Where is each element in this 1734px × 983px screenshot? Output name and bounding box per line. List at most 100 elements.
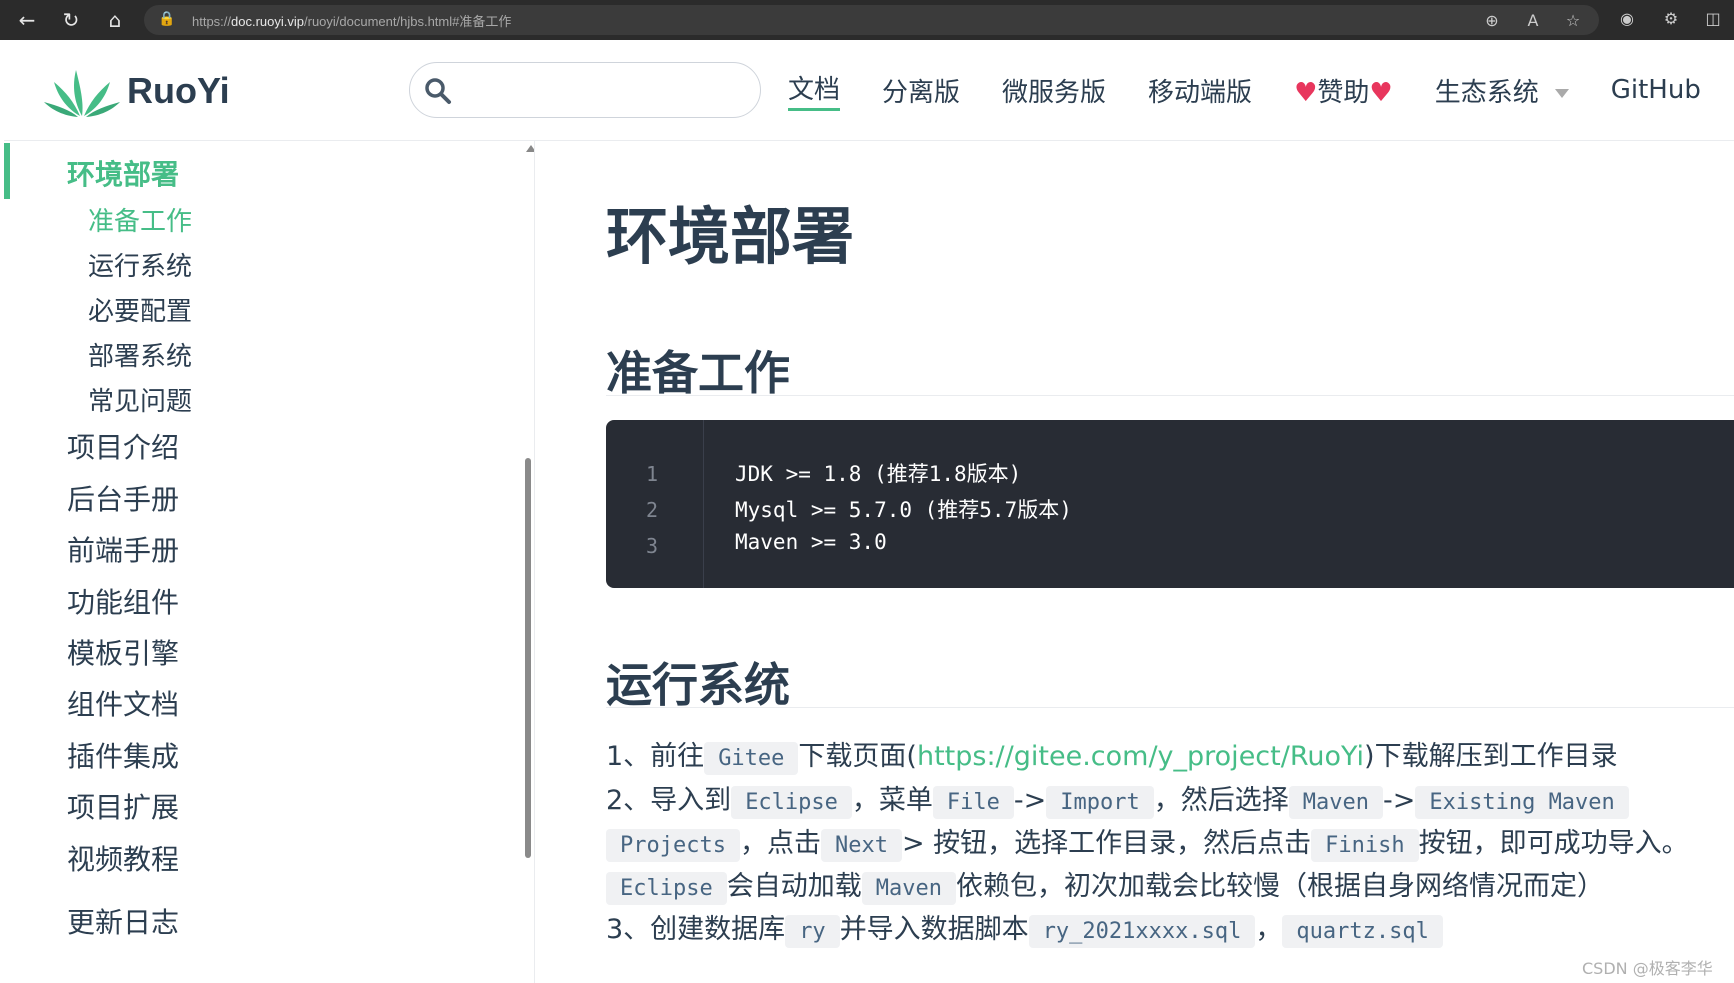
text: -> — [1382, 785, 1416, 816]
back-icon[interactable]: ← — [14, 7, 40, 33]
text: ，菜单 — [851, 785, 933, 816]
run-step-2-line3: Eclipse 会自动加载 Maven 依赖包，初次加载会比较慢（根据自身网络情况而定… — [606, 865, 1604, 911]
text: ，然后选择 — [1153, 785, 1289, 816]
sidebar-subitem[interactable]: 常见问题 — [88, 381, 192, 418]
inline-code: quartz.sql — [1282, 915, 1443, 948]
text: ， — [1255, 914, 1283, 945]
text: 依赖包，初次加载会比较慢（根据自身网络情况而定） — [955, 871, 1604, 902]
reload-icon[interactable]: ↻ — [58, 7, 84, 33]
line-number: 3 — [646, 534, 659, 558]
site-navbar: RuoYi 文档 分离版 微服务版 移动端版 ♥赞助♥ 生态系统 GitHub — [4, 40, 1734, 141]
text: > 按钮，选择工作目录，然后点击 — [901, 828, 1312, 859]
top-nav: 文档 分离版 微服务版 移动端版 ♥赞助♥ 生态系统 GitHub — [788, 69, 1701, 111]
ruoyi-logo-icon[interactable] — [44, 68, 120, 118]
divider — [606, 395, 1734, 396]
run-step-2-line2: Projects ，点击 Next > 按钮，选择工作目录，然后点击 Finish 按钮，… — [606, 822, 1689, 868]
search-input[interactable] — [409, 62, 761, 118]
nav-ecosystem[interactable]: 生态系统 — [1435, 72, 1569, 109]
scrollbar-thumb[interactable] — [525, 458, 531, 858]
text: ，点击 — [739, 828, 821, 859]
section-heading-prepare: 准备工作 — [606, 346, 790, 400]
gitee-link[interactable]: https://gitee.com/y_project/RuoYi — [917, 741, 1364, 772]
inline-code: Eclipse — [731, 786, 852, 819]
nav-microservice[interactable]: 微服务版 — [1002, 72, 1106, 109]
page: RuoYi 文档 分离版 微服务版 移动端版 ♥赞助♥ 生态系统 GitHub … — [4, 40, 1734, 983]
favorite-star-icon[interactable]: ☆ — [1562, 11, 1584, 30]
sidebar-item[interactable]: 功能组件 — [67, 581, 179, 621]
copilot-icon[interactable]: ◉ — [1616, 9, 1638, 28]
text: 2、导入到 — [606, 785, 732, 816]
sidebar-subitem[interactable]: 准备工作 — [88, 201, 192, 238]
home-icon[interactable]: ⌂ — [102, 7, 128, 33]
sidebar-subitem[interactable]: 部署系统 — [88, 336, 192, 373]
inline-code: Eclipse — [606, 872, 727, 905]
sidebar-item[interactable]: 组件文档 — [67, 683, 179, 723]
sidebar-item[interactable]: 更新日志 — [67, 901, 179, 941]
lock-icon: 🔒 — [158, 11, 176, 27]
inline-code: Finish — [1311, 829, 1419, 862]
section-heading-run: 运行系统 — [606, 658, 790, 712]
line-number: 1 — [646, 462, 659, 486]
address-bar[interactable]: 🔒 https://doc.ruoyi.vip/ruoyi/document/h… — [144, 5, 1599, 35]
sidebar-item[interactable]: 视频教程 — [67, 838, 179, 878]
inline-code: Maven — [861, 872, 956, 905]
sidebar-group-env[interactable]: 环境部署 — [67, 153, 179, 193]
sidebar-scrollbar[interactable] — [522, 141, 534, 983]
chevron-down-icon — [1554, 88, 1569, 98]
sidebar-item[interactable]: 后台手册 — [67, 478, 179, 518]
scroll-up-icon[interactable] — [526, 145, 534, 152]
code-line: Maven >= 3.0 — [735, 530, 887, 554]
logo-text[interactable]: RuoYi — [127, 70, 230, 112]
inline-code: File — [932, 786, 1014, 819]
text: )下载解压到工作目录 — [1364, 741, 1618, 772]
text: 3、创建数据库 — [606, 914, 786, 945]
heart-icon: ♥ — [1369, 77, 1393, 108]
sidebar-item[interactable]: 项目扩展 — [67, 786, 179, 826]
code-line: Mysql >= 5.7.0 (推荐5.7版本) — [735, 498, 1072, 522]
code-block: 1 2 3 JDK >= 1.8 (推荐1.8版本) Mysql >= 5.7.… — [606, 420, 1734, 588]
sidebar-subitem[interactable]: 运行系统 — [88, 246, 192, 283]
sidebar-active-indicator — [4, 143, 10, 199]
nav-mobile[interactable]: 移动端版 — [1148, 72, 1252, 109]
nav-docs[interactable]: 文档 — [788, 69, 841, 111]
divider — [606, 707, 1734, 708]
run-step-2-line1: 2、导入到 Eclipse ，菜单 File -> Import ，然后选择 Maven -> E… — [606, 779, 1629, 825]
inline-code: Next — [820, 829, 902, 862]
inline-code: Import — [1046, 786, 1154, 819]
heart-icon: ♥ — [1294, 77, 1318, 108]
sidebar-item[interactable]: 模板引擎 — [67, 632, 179, 672]
main-content: 环境部署 准备工作 1 2 3 JDK >= 1.8 (推荐1.8版本) Mys… — [606, 141, 1734, 983]
extensions-icon[interactable]: ⚙ — [1660, 9, 1682, 28]
sidebar-item[interactable]: 项目介绍 — [67, 426, 179, 466]
nav-separated[interactable]: 分离版 — [882, 72, 960, 109]
sidebar-subitem[interactable]: 必要配置 — [88, 291, 192, 328]
watermark: CSDN @极客李华 — [1582, 959, 1713, 978]
sidebar-toggle-icon[interactable]: ◫ — [1702, 9, 1724, 28]
nav-sponsor-label: 赞助 — [1317, 77, 1370, 108]
text: 会自动加载 — [726, 871, 862, 902]
zoom-icon[interactable]: ⊕ — [1481, 11, 1503, 30]
sidebar: 环境部署 准备工作 运行系统 必要配置 部署系统 常见问题 项目介绍 后台手册 … — [4, 141, 535, 983]
text: 按钮，即可成功导入。 — [1418, 828, 1689, 859]
nav-ecosystem-label: 生态系统 — [1434, 77, 1539, 108]
sidebar-item[interactable]: 前端手册 — [67, 529, 179, 569]
page-title: 环境部署 — [606, 200, 855, 273]
line-number: 2 — [646, 498, 659, 522]
address-url: https://doc.ruoyi.vip/ruoyi/document/hjb… — [192, 14, 512, 29]
inline-code: Maven — [1288, 786, 1383, 819]
inline-code: Projects — [606, 829, 740, 862]
text: -> — [1013, 785, 1047, 816]
nav-github[interactable]: GitHub — [1611, 75, 1701, 105]
text: 下载页面( — [798, 741, 917, 772]
inline-code: ry_2021xxxx.sql — [1028, 915, 1256, 948]
code-line: JDK >= 1.8 (推荐1.8版本) — [735, 462, 1022, 486]
text: 1、前往 — [606, 741, 705, 772]
search-icon — [425, 78, 451, 104]
sidebar-item[interactable]: 插件集成 — [67, 735, 179, 775]
text: 并导入数据脚本 — [839, 914, 1029, 945]
read-aloud-icon[interactable]: A — [1522, 11, 1544, 30]
inline-code: Existing Maven — [1415, 786, 1629, 819]
inline-code: ry — [785, 915, 840, 948]
nav-sponsor[interactable]: ♥赞助♥ — [1294, 72, 1393, 109]
inline-code: Gitee — [704, 742, 799, 775]
